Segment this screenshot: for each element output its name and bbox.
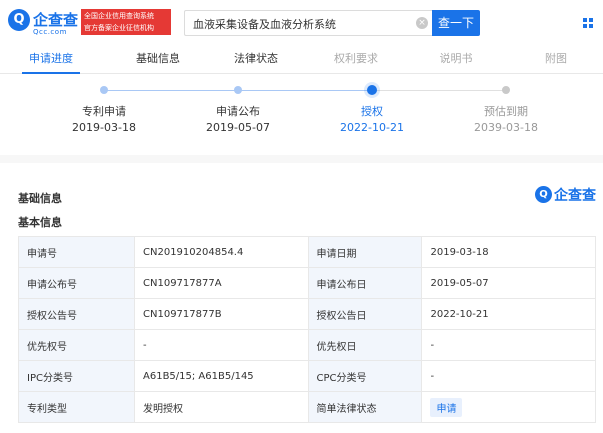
section-title: 基础信息 bbox=[18, 192, 62, 205]
field-value: - bbox=[134, 329, 309, 361]
timeline-dot-apply bbox=[100, 86, 108, 94]
credit-badge: 全国企业信用查询系统 官方备案企业征信机构 bbox=[81, 9, 171, 35]
search-input-value[interactable]: 血液采集设备及血液分析系统 bbox=[193, 16, 336, 32]
watermark-text: 企查查 bbox=[554, 188, 596, 204]
field-value: CN109717877A bbox=[134, 267, 309, 299]
table-row: 优先权号 - 优先权日 - bbox=[18, 329, 596, 361]
qcc-logo[interactable]: Q 企查查 Qcc.com bbox=[8, 7, 80, 37]
field-value: - bbox=[421, 329, 596, 361]
table-row: 申请公布号 CN109717877A 申请公布日 2019-05-07 bbox=[18, 267, 596, 299]
step-grant-label: 授权 bbox=[361, 105, 383, 118]
app-grid-icon[interactable] bbox=[583, 18, 594, 29]
step-grant-date: 2022-10-21 bbox=[340, 121, 404, 134]
field-label: CPC分类号 bbox=[307, 360, 423, 392]
field-value: CN109717877B bbox=[134, 298, 309, 330]
top-header: Q 企查查 Qcc.com 全国企业信用查询系统 官方备案企业征信机构 血液采集… bbox=[0, 0, 603, 44]
field-label: 申请公布号 bbox=[18, 267, 135, 299]
field-label: 优先权号 bbox=[18, 329, 135, 361]
tab-progress[interactable]: 申请进度 bbox=[20, 46, 82, 74]
table-row: IPC分类号 A61B5/15; A61B5/145 CPC分类号 - bbox=[18, 360, 596, 392]
table-row: 专利类型 发明授权 简单法律状态 申请 bbox=[18, 391, 596, 423]
step-publish-date: 2019-05-07 bbox=[206, 121, 270, 134]
field-label: 申请日期 bbox=[307, 236, 423, 268]
step-publish-label: 申请公布 bbox=[216, 105, 260, 118]
field-label: 简单法律状态 bbox=[307, 391, 423, 423]
legal-status-badge[interactable]: 申请 bbox=[430, 397, 463, 417]
field-label: IPC分类号 bbox=[18, 360, 135, 392]
field-label: 优先权日 bbox=[307, 329, 423, 361]
tab-claims[interactable]: 权利要求 bbox=[316, 46, 396, 74]
tab-basic-info[interactable]: 基础信息 bbox=[118, 46, 198, 74]
section-divider bbox=[0, 155, 603, 163]
logo-mark-icon: Q bbox=[8, 9, 30, 31]
search-input[interactable]: 血液采集设备及血液分析系统 × bbox=[184, 10, 432, 36]
field-value: - bbox=[421, 360, 596, 392]
timeline-dot-expire bbox=[502, 86, 510, 94]
logo-name: 企查查 bbox=[33, 11, 79, 29]
tab-bar: 申请进度 基础信息 法律状态 权利要求 说明书 附图 bbox=[0, 46, 603, 74]
timeline-dot-grant bbox=[367, 85, 377, 95]
basic-info-table: 申请号 CN201910204854.4 申请日期 2019-03-18 申请公… bbox=[18, 236, 596, 423]
timeline-dot-publish bbox=[234, 86, 242, 94]
badge-line-2: 官方备案企业征信机构 bbox=[84, 24, 154, 32]
watermark-logo: Q 企查查 bbox=[535, 185, 597, 205]
table-row: 授权公告号 CN109717877B 授权公告日 2022-10-21 bbox=[18, 298, 596, 330]
tab-drawings[interactable]: 附图 bbox=[516, 46, 596, 74]
search-button[interactable]: 查一下 bbox=[432, 10, 480, 36]
step-expire-date: 2039-03-18 bbox=[474, 121, 538, 134]
field-label: 专利类型 bbox=[18, 391, 135, 423]
field-label: 授权公告日 bbox=[307, 298, 423, 330]
logo-domain: Qcc.com bbox=[33, 28, 67, 36]
field-label: 申请公布日 bbox=[307, 267, 423, 299]
watermark-mark-icon: Q bbox=[535, 186, 552, 203]
active-tab-indicator bbox=[22, 72, 80, 74]
field-value: 申请 bbox=[421, 391, 596, 423]
field-value: 2019-05-07 bbox=[421, 267, 596, 299]
tab-legal-status[interactable]: 法律状态 bbox=[216, 46, 296, 74]
clear-icon[interactable]: × bbox=[416, 17, 428, 29]
field-label: 申请号 bbox=[18, 236, 135, 268]
field-value: 2019-03-18 bbox=[421, 236, 596, 268]
step-expire-label: 预估到期 bbox=[484, 105, 528, 118]
step-apply-date: 2019-03-18 bbox=[72, 121, 136, 134]
field-label: 授权公告号 bbox=[18, 298, 135, 330]
field-value: 发明授权 bbox=[134, 391, 309, 423]
field-value: A61B5/15; A61B5/145 bbox=[134, 360, 309, 392]
table-row: 申请号 CN201910204854.4 申请日期 2019-03-18 bbox=[18, 236, 596, 268]
tab-description[interactable]: 说明书 bbox=[416, 46, 496, 74]
badge-line-1: 全国企业信用查询系统 bbox=[84, 12, 154, 20]
section-subtitle: 基本信息 bbox=[18, 216, 62, 229]
field-value: CN201910204854.4 bbox=[134, 236, 309, 268]
field-value: 2022-10-21 bbox=[421, 298, 596, 330]
step-apply-label: 专利申请 bbox=[82, 105, 126, 118]
